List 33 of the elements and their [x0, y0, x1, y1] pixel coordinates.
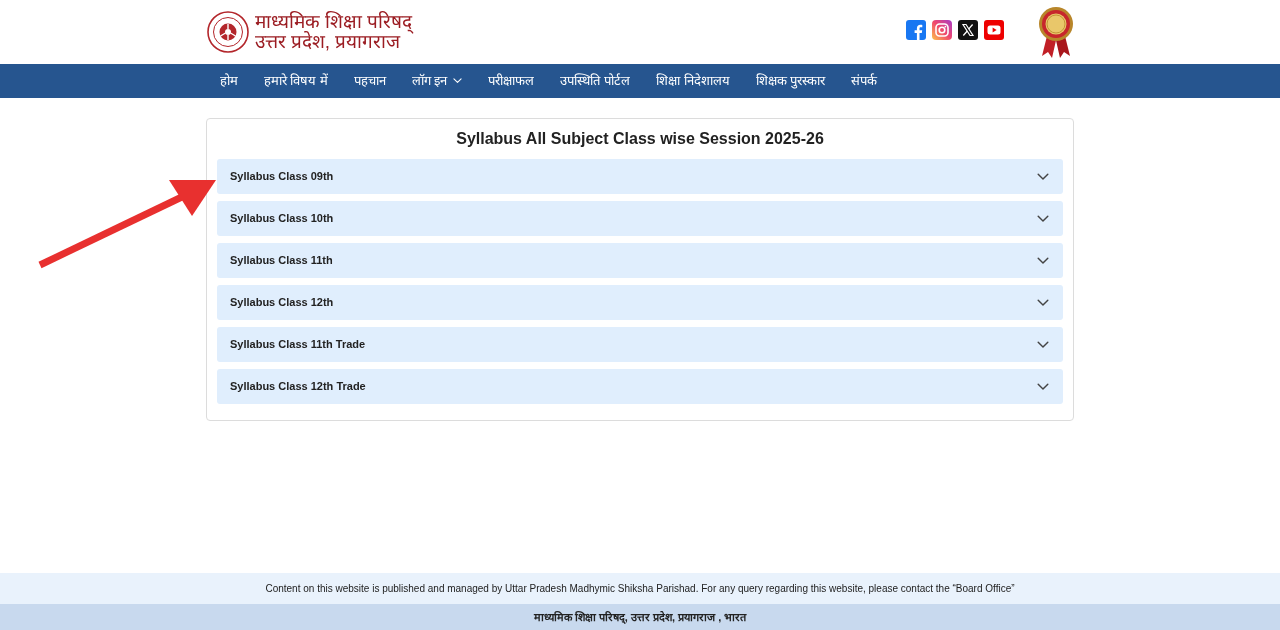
accordion-header[interactable]: Syllabus Class 11th Trade: [217, 327, 1063, 362]
chevron-icon: [1037, 382, 1049, 391]
facebook-icon[interactable]: [905, 20, 926, 40]
nav-link[interactable]: परीक्षाफल: [475, 64, 548, 98]
emblem-logo-icon: [206, 11, 249, 53]
accordion-header[interactable]: Syllabus Class 10th: [217, 201, 1063, 236]
accordion-header[interactable]: Syllabus Class 12th Trade: [217, 369, 1063, 404]
instagram-icon[interactable]: [931, 20, 952, 40]
nav-dropdown[interactable]: लॉग इन: [398, 64, 476, 98]
nav-link[interactable]: शिक्षा निदेशालय: [643, 64, 743, 98]
nav-link[interactable]: हमारे विषय में: [250, 64, 341, 98]
card-title: Syllabus All Subject Class wise Session 2025-26: [455, 129, 825, 149]
logo-title: माध्यमिक शिक्षा परिषद्: [254, 12, 413, 32]
chevron-icon: [1037, 298, 1049, 307]
award-rosette-icon: [1037, 5, 1074, 59]
chevron-icon: [1037, 340, 1049, 349]
footer-address: माध्यमिक शिक्षा परिषद्, उत्तर प्रदेश, प्रयागराज , भारत: [533, 609, 747, 626]
chevron-icon: [1037, 172, 1049, 181]
chevron-icon: [1037, 214, 1049, 223]
footer-notice: Content on this website is published and managed by Uttar Pradesh Madhymic Shiksha Parishad. For any query regarding this website, please contact the “Board Office”: [265, 582, 1015, 596]
accordion-header[interactable]: Syllabus Class 11th: [217, 243, 1063, 278]
chevron-icon: [1037, 256, 1049, 265]
accordion-header[interactable]: Syllabus Class 09th: [217, 159, 1063, 194]
x-logo-icon[interactable]: [957, 20, 978, 40]
nav-link[interactable]: उपस्थिति पोर्टल: [547, 64, 643, 98]
caret-icon: [453, 78, 463, 84]
accordion-header[interactable]: Syllabus Class 12th: [217, 285, 1063, 320]
nav-link[interactable]: संपर्क: [838, 64, 891, 98]
youtube-icon[interactable]: [983, 20, 1004, 40]
nav-link[interactable]: होम: [206, 64, 251, 98]
logo-subtitle: उत्तर प्रदेश, प्रयागराज: [254, 32, 401, 52]
nav-link[interactable]: पहचान: [340, 64, 399, 98]
nav-link[interactable]: शिक्षक पुरस्कार: [742, 64, 839, 98]
